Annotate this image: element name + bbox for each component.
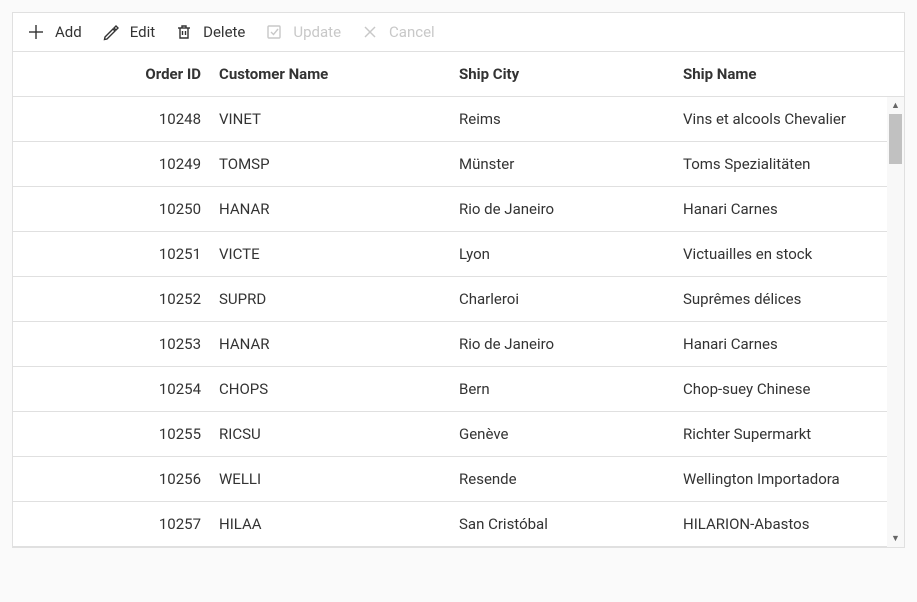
cancel-label: Cancel — [389, 23, 435, 41]
cell-orderid: 10248 — [123, 110, 213, 128]
cell-shipcity: San Cristóbal — [453, 515, 677, 533]
scroll-thumb[interactable] — [889, 114, 902, 164]
data-grid: Add Edit Delete Update Cancel — [12, 12, 905, 548]
column-header-shipname[interactable]: Ship Name — [677, 65, 904, 83]
update-button: Update — [265, 23, 341, 41]
cell-customer: SUPRD — [213, 290, 453, 308]
add-button[interactable]: Add — [27, 23, 82, 41]
column-header-orderid[interactable]: Order ID — [123, 65, 213, 83]
edit-button[interactable]: Edit — [102, 23, 155, 41]
cell-customer: WELLI — [213, 470, 453, 488]
edit-label: Edit — [130, 23, 155, 41]
cell-orderid: 10249 — [123, 155, 213, 173]
add-label: Add — [55, 23, 82, 41]
cell-orderid: 10250 — [123, 200, 213, 218]
pencil-icon — [102, 23, 120, 41]
cell-shipcity: Rio de Janeiro — [453, 200, 677, 218]
cell-shipname: HILARION-Abastos — [677, 515, 904, 533]
table-header: Order ID Customer Name Ship City Ship Na… — [13, 52, 904, 97]
table-row[interactable]: 10255RICSUGenèveRichter Supermarkt — [13, 412, 904, 457]
table-row[interactable]: 10248VINETReimsVins et alcools Chevalier — [13, 97, 904, 142]
table-row[interactable]: 10256WELLIResendeWellington Importadora — [13, 457, 904, 502]
update-label: Update — [293, 23, 341, 41]
cell-shipname: Toms Spezialitäten — [677, 155, 904, 173]
table-row[interactable]: 10253HANARRio de JaneiroHanari Carnes — [13, 322, 904, 367]
cell-orderid: 10256 — [123, 470, 213, 488]
cell-orderid: 10251 — [123, 245, 213, 263]
cell-shipname: Richter Supermarkt — [677, 425, 904, 443]
table-row[interactable]: 10254CHOPSBernChop-suey Chinese — [13, 367, 904, 412]
cell-shipname: Wellington Importadora — [677, 470, 904, 488]
scroll-up-arrow[interactable]: ▲ — [887, 97, 904, 114]
delete-button[interactable]: Delete — [175, 23, 245, 41]
grid-body: 10248VINETReimsVins et alcools Chevalier… — [13, 97, 904, 547]
cell-shipcity: Reims — [453, 110, 677, 128]
toolbar: Add Edit Delete Update Cancel — [13, 13, 904, 52]
cell-customer: HILAA — [213, 515, 453, 533]
cell-shipcity: Charleroi — [453, 290, 677, 308]
cell-customer: CHOPS — [213, 380, 453, 398]
table-row[interactable]: 10252SUPRDCharleroiSuprêmes délices — [13, 277, 904, 322]
column-header-shipcity[interactable]: Ship City — [453, 65, 677, 83]
cell-customer: RICSU — [213, 425, 453, 443]
table-row[interactable]: 10250HANARRio de JaneiroHanari Carnes — [13, 187, 904, 232]
delete-label: Delete — [203, 23, 245, 41]
cell-orderid: 10255 — [123, 425, 213, 443]
cell-customer: HANAR — [213, 200, 453, 218]
cell-orderid: 10257 — [123, 515, 213, 533]
table-row[interactable]: 10257HILAASan CristóbalHILARION-Abastos — [13, 502, 904, 547]
cell-orderid: 10253 — [123, 335, 213, 353]
cell-customer: HANAR — [213, 335, 453, 353]
scroll-down-arrow[interactable]: ▼ — [887, 530, 904, 547]
table-row[interactable]: 10251VICTELyonVictuailles en stock — [13, 232, 904, 277]
cell-shipname: Victuailles en stock — [677, 245, 904, 263]
plus-icon — [27, 23, 45, 41]
cell-shipname: Hanari Carnes — [677, 200, 904, 218]
cell-shipname: Suprêmes délices — [677, 290, 904, 308]
table-row[interactable]: 10249TOMSPMünsterToms Spezialitäten — [13, 142, 904, 187]
cancel-icon — [361, 23, 379, 41]
cell-shipname: Vins et alcools Chevalier — [677, 110, 904, 128]
cell-orderid: 10254 — [123, 380, 213, 398]
cell-shipcity: Bern — [453, 380, 677, 398]
cell-shipname: Hanari Carnes — [677, 335, 904, 353]
scrollbar[interactable]: ▲ ▼ — [887, 97, 904, 547]
cell-shipcity: Lyon — [453, 245, 677, 263]
scroll-track[interactable] — [887, 114, 904, 530]
trash-icon — [175, 23, 193, 41]
cell-customer: VICTE — [213, 245, 453, 263]
column-header-customer[interactable]: Customer Name — [213, 65, 453, 83]
cell-shipcity: Genève — [453, 425, 677, 443]
cell-shipcity: Münster — [453, 155, 677, 173]
cell-customer: VINET — [213, 110, 453, 128]
cell-customer: TOMSP — [213, 155, 453, 173]
cell-shipcity: Resende — [453, 470, 677, 488]
cell-orderid: 10252 — [123, 290, 213, 308]
save-icon — [265, 23, 283, 41]
cell-shipcity: Rio de Janeiro — [453, 335, 677, 353]
cancel-button: Cancel — [361, 23, 435, 41]
cell-shipname: Chop-suey Chinese — [677, 380, 904, 398]
